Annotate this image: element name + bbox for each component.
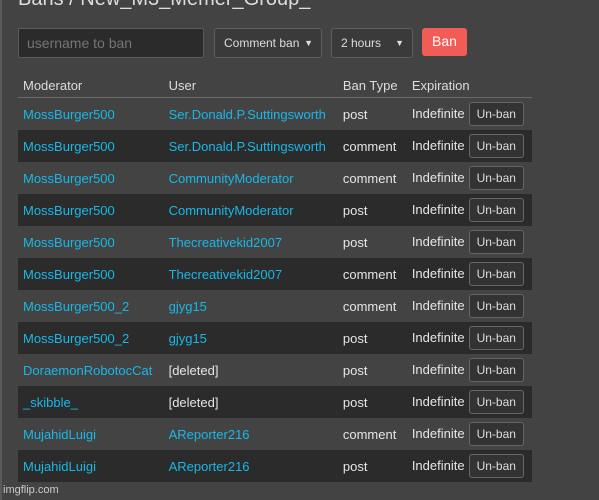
page-title: Bans / New_M3_Memer_Group_ bbox=[18, 0, 310, 11]
moderator-link[interactable]: MossBurger500 bbox=[23, 107, 115, 122]
moderator-link[interactable]: MossBurger500_2 bbox=[23, 331, 129, 346]
watermark: imgflip.com bbox=[3, 484, 59, 496]
ban-type: post bbox=[342, 106, 368, 122]
table-row: MossBurger500_2 gjyg15 post Indefinite Un-ba… bbox=[18, 322, 532, 354]
user-link[interactable]: gjyg15 bbox=[169, 299, 207, 314]
expiration: Indefinite bbox=[411, 106, 465, 121]
user-link[interactable]: gjyg15 bbox=[169, 331, 207, 346]
chevron-down-icon: ▼ bbox=[304, 38, 313, 48]
moderator-link[interactable]: MossBurger500 bbox=[23, 171, 115, 186]
moderator-link[interactable]: MossBurger500_2 bbox=[23, 299, 129, 314]
expiration: Indefinite bbox=[411, 138, 465, 153]
expiration: Indefinite bbox=[411, 426, 465, 441]
expiration: Indefinite bbox=[411, 202, 465, 217]
unban-button[interactable]: Un-ban bbox=[468, 166, 524, 190]
unban-button[interactable]: Un-ban bbox=[468, 102, 524, 126]
expiration: Indefinite bbox=[411, 234, 465, 249]
table-row: DoraemonRobotocCat [deleted] post Indefinit… bbox=[18, 354, 532, 386]
unban-button[interactable]: Un-ban bbox=[468, 198, 524, 222]
duration-select[interactable]: 2 hours ▼ bbox=[331, 28, 413, 58]
moderator-link[interactable]: MossBurger500 bbox=[23, 139, 115, 154]
expiration: Indefinite bbox=[411, 458, 465, 473]
user-link[interactable]: Thecreativekid2007 bbox=[169, 267, 282, 282]
column-header: Moderator bbox=[18, 73, 164, 98]
ban-type: comment bbox=[342, 426, 397, 442]
table-row: MossBurger500 Ser.Donald.P.Suttingsworth p… bbox=[18, 98, 532, 131]
table-row: MossBurger500 CommunityModerator comment In… bbox=[18, 162, 532, 194]
user-link[interactable]: CommunityModerator bbox=[169, 203, 294, 218]
moderator-link[interactable]: DoraemonRobotocCat bbox=[23, 363, 152, 378]
table-row: MujahidLuigi AReporter216 comment Indefinit… bbox=[18, 418, 532, 450]
user-link[interactable]: AReporter216 bbox=[169, 427, 250, 442]
moderator-link[interactable]: MujahidLuigi bbox=[23, 427, 96, 442]
ban-type: comment bbox=[342, 170, 397, 186]
column-header: Ban Type bbox=[337, 73, 407, 98]
expiration: Indefinite bbox=[411, 266, 465, 281]
ban-type-select[interactable]: Comment ban ▼ bbox=[214, 28, 322, 58]
expiration: Indefinite bbox=[411, 394, 465, 409]
unban-button[interactable]: Un-ban bbox=[468, 422, 524, 446]
ban-type: post bbox=[342, 330, 368, 346]
moderator-link[interactable]: _skibble_ bbox=[23, 395, 78, 410]
ban-type: post bbox=[342, 234, 368, 250]
expiration: Indefinite bbox=[411, 298, 465, 313]
column-header: Expiration bbox=[406, 73, 532, 98]
duration-value: 2 hours bbox=[341, 36, 382, 50]
unban-button[interactable]: Un-ban bbox=[468, 294, 524, 318]
user-link[interactable]: CommunityModerator bbox=[169, 171, 294, 186]
table-row: MossBurger500 Ser.Donald.P.Suttingsworth c… bbox=[18, 130, 532, 162]
ban-type: comment bbox=[342, 138, 397, 154]
unban-button[interactable]: Un-ban bbox=[468, 326, 524, 350]
table-row: _skibble_ [deleted] post Indefinite Un-ban bbox=[18, 386, 532, 418]
bans-table: Moderator User Ban Type Expiration MossBurg… bbox=[18, 73, 532, 482]
window-border bbox=[0, 0, 2, 500]
ban-type: post bbox=[342, 394, 368, 410]
unban-button[interactable]: Un-ban bbox=[468, 134, 524, 158]
unban-button[interactable]: Un-ban bbox=[468, 390, 524, 414]
table-row: MossBurger500_2 gjyg15 comment Indefinite Un… bbox=[18, 290, 532, 322]
user-link[interactable]: AReporter216 bbox=[169, 459, 250, 474]
expiration: Indefinite bbox=[411, 362, 465, 377]
ban-type: post bbox=[342, 458, 368, 474]
ban-type: post bbox=[342, 362, 368, 378]
ban-button[interactable]: Ban bbox=[422, 28, 467, 56]
moderator-link[interactable]: MujahidLuigi bbox=[23, 459, 96, 474]
user-link[interactable]: Ser.Donald.P.Suttingsworth bbox=[169, 107, 326, 122]
table-row: MujahidLuigi AReporter216 post Indefinite Un… bbox=[18, 450, 532, 482]
expiration: Indefinite bbox=[411, 330, 465, 345]
unban-button[interactable]: Un-ban bbox=[468, 230, 524, 254]
expiration: Indefinite bbox=[411, 170, 465, 185]
ban-type: post bbox=[342, 202, 368, 218]
ban-type: comment bbox=[342, 298, 397, 314]
user-link: [deleted] bbox=[168, 394, 219, 410]
ban-type: comment bbox=[342, 266, 397, 282]
column-header: User bbox=[163, 73, 338, 98]
ban-type-value: Comment ban bbox=[224, 36, 300, 50]
user-link[interactable]: Thecreativekid2007 bbox=[169, 235, 282, 250]
moderator-link[interactable]: MossBurger500 bbox=[23, 203, 115, 218]
moderator-link[interactable]: MossBurger500 bbox=[23, 235, 115, 250]
moderator-link[interactable]: MossBurger500 bbox=[23, 267, 115, 282]
table-row: MossBurger500 CommunityModerator post Indef… bbox=[18, 194, 532, 226]
unban-button[interactable]: Un-ban bbox=[468, 262, 524, 286]
username-input[interactable] bbox=[18, 28, 204, 58]
user-link[interactable]: Ser.Donald.P.Suttingsworth bbox=[169, 139, 326, 154]
unban-button[interactable]: Un-ban bbox=[468, 454, 524, 478]
user-link: [deleted] bbox=[168, 362, 219, 378]
table-row: MossBurger500 Thecreativekid2007 post Indef… bbox=[18, 226, 532, 258]
chevron-down-icon: ▼ bbox=[395, 38, 404, 48]
table-row: MossBurger500 Thecreativekid2007 comment In… bbox=[18, 258, 532, 290]
unban-button[interactable]: Un-ban bbox=[468, 358, 524, 382]
